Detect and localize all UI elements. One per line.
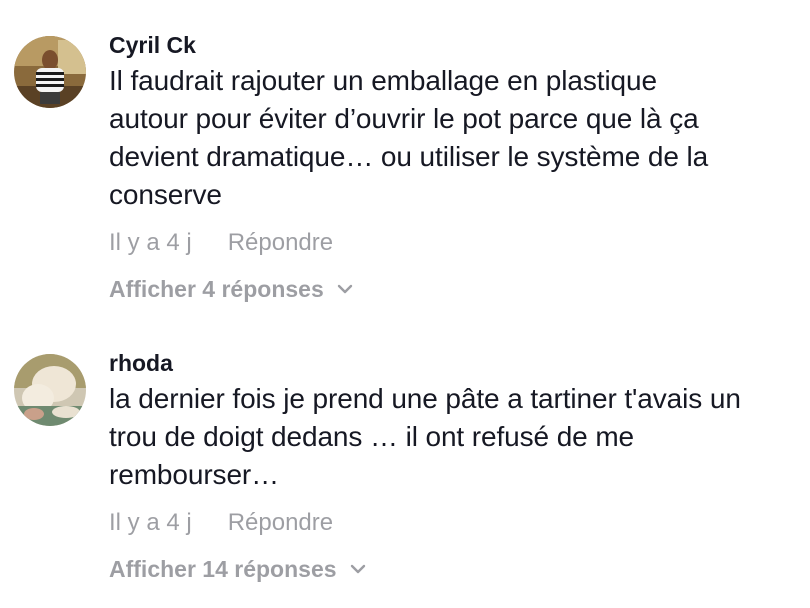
avatar[interactable]: [14, 36, 86, 108]
comment-username[interactable]: rhoda: [109, 348, 799, 378]
comment-text-line: trou de doigt dedans … il ont refusé de …: [109, 421, 635, 452]
comment-text: la dernier fois je prend une pâte a tart…: [109, 380, 799, 494]
comment-text-line: conserve: [109, 179, 222, 210]
comment-text-line: rembourser…: [109, 459, 280, 490]
avatar[interactable]: [14, 354, 86, 426]
comment-timestamp: Il y a 4 j: [109, 229, 192, 256]
view-replies-label: Afficher 4 réponses: [109, 276, 324, 302]
comment-text-line: autour pour éviter d’ouvrir le pot parce…: [109, 103, 699, 134]
comment-username[interactable]: Cyril Ck: [109, 30, 799, 60]
comment-text-line: Il faudrait rajouter un emballage en pla…: [109, 65, 657, 96]
chevron-down-icon: [350, 564, 365, 574]
view-replies-button[interactable]: Afficher 14 réponses: [109, 554, 367, 584]
comment-timestamp: Il y a 4 j: [109, 509, 192, 536]
user-avatar-photo-icon: [14, 36, 86, 108]
comment-meta: Il y a 4 j Répondre: [109, 228, 799, 258]
comment-text-line: devient dramatique… ou utiliser le systè…: [109, 141, 709, 172]
reply-button[interactable]: Répondre: [228, 228, 333, 258]
view-replies-button[interactable]: Afficher 4 réponses: [109, 274, 354, 304]
user-avatar-photo-icon: [14, 354, 86, 426]
chevron-down-icon: [337, 284, 352, 294]
comment-text-line: la dernier fois je prend une pâte a tart…: [109, 383, 741, 414]
comment-meta: Il y a 4 j Répondre: [109, 508, 799, 538]
comment-text: Il faudrait rajouter un emballage en pla…: [109, 62, 799, 214]
view-replies-label: Afficher 14 réponses: [109, 556, 337, 582]
reply-button[interactable]: Répondre: [228, 508, 333, 538]
